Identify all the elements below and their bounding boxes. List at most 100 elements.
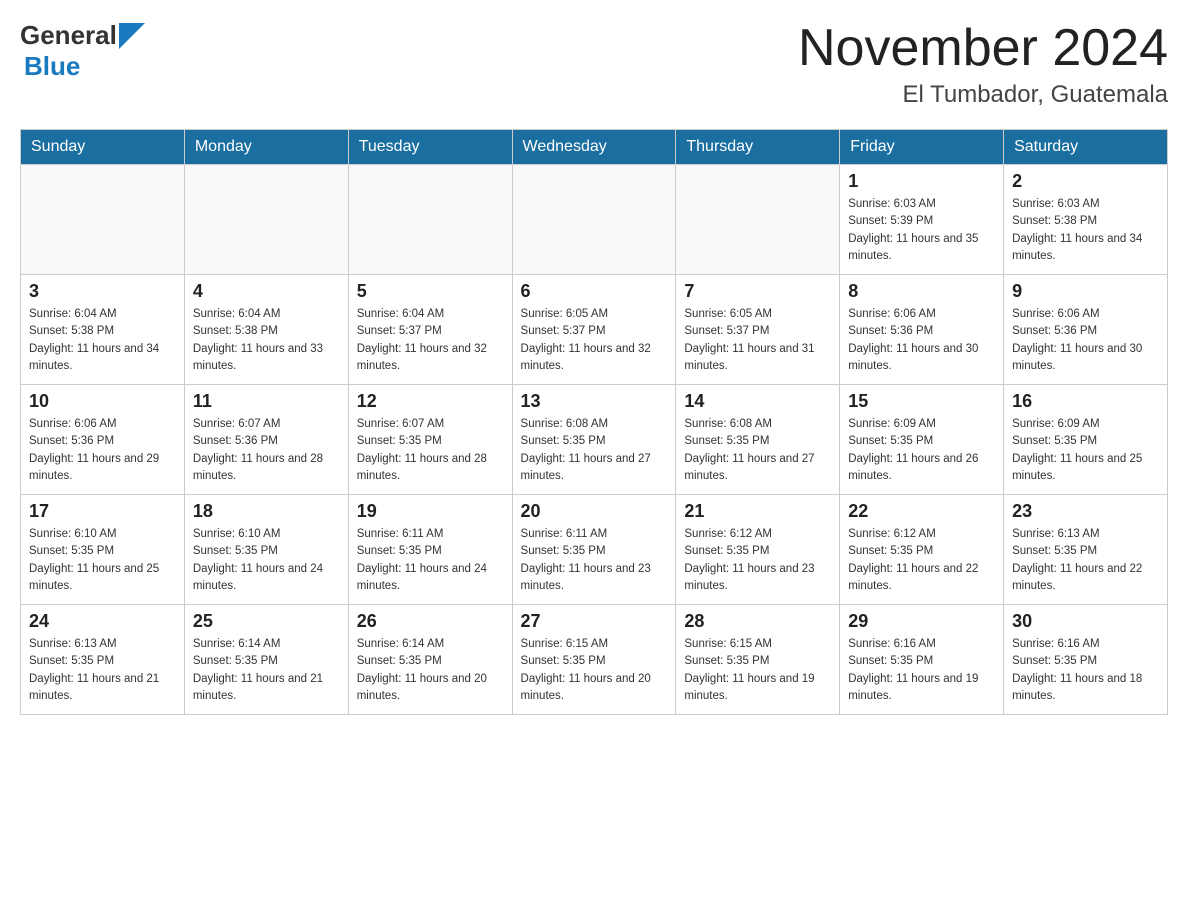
day-info: Sunrise: 6:05 AMSunset: 5:37 PMDaylight:… [684,306,831,375]
day-number: 23 [1012,501,1159,522]
day-info: Sunrise: 6:15 AMSunset: 5:35 PMDaylight:… [521,636,668,705]
day-number: 18 [193,501,340,522]
day-number: 5 [357,281,504,302]
title-section: November 2024 El Tumbador, Guatemala [798,20,1168,109]
calendar-cell: 6Sunrise: 6:05 AMSunset: 5:37 PMDaylight… [512,275,676,385]
week-row-2: 3 Sunrise: 6:04 AMSunset: 5:38 PMDaylight… [21,275,1168,385]
day-number: 17 [29,501,176,522]
header-saturday: Saturday [1004,130,1168,165]
day-info: Sunrise: 6:07 AMSunset: 5:35 PMDaylight:… [357,416,504,485]
day-number: 15 [848,391,995,412]
header-thursday: Thursday [676,130,840,165]
calendar-cell: 14Sunrise: 6:08 AMSunset: 5:35 PMDayligh… [676,385,840,495]
day-number: 8 [848,281,995,302]
page-header: General Blue November 2024 El Tumbador, … [20,20,1168,109]
calendar-cell [348,165,512,275]
calendar-cell: 13 Sunrise: 6:08 AMSunset: 5:35 PMDayligh… [512,385,676,495]
day-number: 27 [521,611,668,632]
calendar-cell: 12Sunrise: 6:07 AMSunset: 5:35 PMDayligh… [348,385,512,495]
calendar-cell: 29Sunrise: 6:16 AMSunset: 5:35 PMDayligh… [840,605,1004,715]
day-info: Sunrise: 6:11 AMSunset: 5:35 PMDaylight:… [521,526,668,595]
calendar-cell: 17Sunrise: 6:10 AMSunset: 5:35 PMDayligh… [21,495,185,605]
calendar-cell: 8 Sunrise: 6:06 AMSunset: 5:36 PMDaylight… [840,275,1004,385]
day-number: 3 [29,281,176,302]
day-info: Sunrise: 6:06 AMSunset: 5:36 PMDaylight:… [848,306,995,375]
day-number: 16 [1012,391,1159,412]
day-info: Sunrise: 6:16 AMSunset: 5:35 PMDaylight:… [1012,636,1159,705]
calendar-cell: 4 Sunrise: 6:04 AMSunset: 5:38 PMDaylight… [184,275,348,385]
logo-triangle-icon [119,23,145,49]
calendar-cell: 22 Sunrise: 6:12 AMSunset: 5:35 PMDayligh… [840,495,1004,605]
day-info: Sunrise: 6:04 AMSunset: 5:38 PMDaylight:… [193,306,340,375]
calendar-cell: 9 Sunrise: 6:06 AMSunset: 5:36 PMDaylight… [1004,275,1168,385]
calendar-cell: 10 Sunrise: 6:06 AMSunset: 5:36 PMDayligh… [21,385,185,495]
day-info: Sunrise: 6:08 AMSunset: 5:35 PMDaylight:… [521,416,668,485]
day-info: Sunrise: 6:12 AMSunset: 5:35 PMDaylight:… [684,526,831,595]
calendar-cell [184,165,348,275]
logo-general-text: General [20,20,117,51]
calendar-cell: 7 Sunrise: 6:05 AMSunset: 5:37 PMDaylight… [676,275,840,385]
logo-blue-text: Blue [24,51,80,82]
calendar-cell: 25 Sunrise: 6:14 AMSunset: 5:35 PMDayligh… [184,605,348,715]
day-number: 14 [684,391,831,412]
day-info: Sunrise: 6:05 AMSunset: 5:37 PMDaylight:… [521,306,668,375]
day-info: Sunrise: 6:09 AMSunset: 5:35 PMDaylight:… [1012,416,1159,485]
day-number: 2 [1012,171,1159,192]
day-info: Sunrise: 6:07 AMSunset: 5:36 PMDaylight:… [193,416,340,485]
day-number: 10 [29,391,176,412]
calendar-cell: 15 Sunrise: 6:09 AMSunset: 5:35 PMDayligh… [840,385,1004,495]
day-info: Sunrise: 6:09 AMSunset: 5:35 PMDaylight:… [848,416,995,485]
day-info: Sunrise: 6:06 AMSunset: 5:36 PMDaylight:… [29,416,176,485]
day-info: Sunrise: 6:03 AMSunset: 5:38 PMDaylight:… [1012,196,1159,265]
calendar-cell [676,165,840,275]
calendar-cell: 26Sunrise: 6:14 AMSunset: 5:35 PMDayligh… [348,605,512,715]
logo-top-row: General [20,20,145,51]
day-number: 25 [193,611,340,632]
calendar-cell [21,165,185,275]
day-number: 7 [684,281,831,302]
day-info: Sunrise: 6:16 AMSunset: 5:35 PMDaylight:… [848,636,995,705]
day-info: Sunrise: 6:15 AMSunset: 5:35 PMDaylight:… [684,636,831,705]
calendar-cell: 3 Sunrise: 6:04 AMSunset: 5:38 PMDaylight… [21,275,185,385]
header-wednesday: Wednesday [512,130,676,165]
day-info: Sunrise: 6:14 AMSunset: 5:35 PMDaylight:… [193,636,340,705]
header-monday: Monday [184,130,348,165]
day-number: 24 [29,611,176,632]
day-info: Sunrise: 6:04 AMSunset: 5:37 PMDaylight:… [357,306,504,375]
calendar-cell: 28 Sunrise: 6:15 AMSunset: 5:35 PMDayligh… [676,605,840,715]
day-number: 4 [193,281,340,302]
day-number: 11 [193,391,340,412]
calendar-cell: 16 Sunrise: 6:09 AMSunset: 5:35 PMDayligh… [1004,385,1168,495]
calendar-cell: 27 Sunrise: 6:15 AMSunset: 5:35 PMDayligh… [512,605,676,715]
day-info: Sunrise: 6:10 AMSunset: 5:35 PMDaylight:… [193,526,340,595]
calendar-cell: 18 Sunrise: 6:10 AMSunset: 5:35 PMDayligh… [184,495,348,605]
day-number: 22 [848,501,995,522]
day-info: Sunrise: 6:03 AMSunset: 5:39 PMDaylight:… [848,196,995,265]
day-number: 20 [521,501,668,522]
header-row: SundayMondayTuesdayWednesdayThursdayFrid… [21,130,1168,165]
calendar-cell: 30 Sunrise: 6:16 AMSunset: 5:35 PMDayligh… [1004,605,1168,715]
day-info: Sunrise: 6:04 AMSunset: 5:38 PMDaylight:… [29,306,176,375]
day-info: Sunrise: 6:06 AMSunset: 5:36 PMDaylight:… [1012,306,1159,375]
location-title: El Tumbador, Guatemala [798,81,1168,109]
logo: General Blue [20,20,145,82]
calendar-cell: 21 Sunrise: 6:12 AMSunset: 5:35 PMDayligh… [676,495,840,605]
day-info: Sunrise: 6:11 AMSunset: 5:35 PMDaylight:… [357,526,504,595]
calendar-cell: 5 Sunrise: 6:04 AMSunset: 5:37 PMDaylight… [348,275,512,385]
calendar-cell: 2 Sunrise: 6:03 AMSunset: 5:38 PMDaylight… [1004,165,1168,275]
calendar-cell: 11 Sunrise: 6:07 AMSunset: 5:36 PMDayligh… [184,385,348,495]
week-row-3: 10 Sunrise: 6:06 AMSunset: 5:36 PMDayligh… [21,385,1168,495]
day-info: Sunrise: 6:12 AMSunset: 5:35 PMDaylight:… [848,526,995,595]
calendar-cell: 24Sunrise: 6:13 AMSunset: 5:35 PMDayligh… [21,605,185,715]
day-number: 13 [521,391,668,412]
day-number: 28 [684,611,831,632]
day-number: 9 [1012,281,1159,302]
calendar-cell: 19Sunrise: 6:11 AMSunset: 5:35 PMDayligh… [348,495,512,605]
calendar-cell [512,165,676,275]
day-number: 21 [684,501,831,522]
day-info: Sunrise: 6:13 AMSunset: 5:35 PMDaylight:… [1012,526,1159,595]
header-tuesday: Tuesday [348,130,512,165]
calendar-cell: 23 Sunrise: 6:13 AMSunset: 5:35 PMDayligh… [1004,495,1168,605]
day-number: 30 [1012,611,1159,632]
week-row-4: 17 Sunrise: 6:10 AMSunset: 5:35 PMDayligh… [21,495,1168,605]
